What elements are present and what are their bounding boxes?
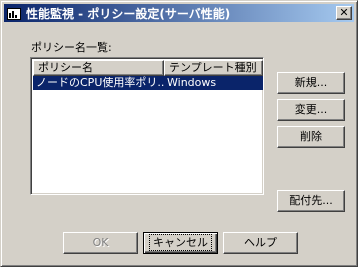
column-header-policy-name[interactable]: ポリシー名 [33,60,164,76]
cancel-button[interactable]: キャンセル [143,232,218,254]
ok-button[interactable]: OK [63,232,138,254]
template-type-cell: Windows [167,76,217,89]
cancel-button-label: キャンセル [149,234,212,251]
help-button[interactable]: ヘルプ [223,232,298,254]
policy-list-label: ポリシー名一覧: [31,41,112,54]
close-button[interactable]: ✕ [336,6,352,20]
policy-settings-dialog: 性能監視 - ポリシー設定(サーバ性能) ✕ ポリシー名一覧: ポリシー名 テン… [0,0,358,267]
performance-chart-icon [6,5,22,21]
policy-list[interactable]: ポリシー名 テンプレート種別 ノードのCPU使用率ポリ... Windows [30,57,264,195]
deploy-target-button[interactable]: 配付先... [277,190,345,212]
policy-list-header: ポリシー名 テンプレート種別 [33,60,263,76]
edit-button[interactable]: 変更... [277,99,345,121]
table-row[interactable]: ノードのCPU使用率ポリ... Windows [33,76,263,90]
title-bar[interactable]: 性能監視 - ポリシー設定(サーバ性能) ✕ [4,4,354,22]
close-icon: ✕ [339,6,349,19]
window-title: 性能監視 - ポリシー設定(サーバ性能) [26,6,231,21]
policy-name-cell: ノードのCPU使用率ポリ... [36,76,164,89]
new-button[interactable]: 新規... [277,72,345,94]
delete-button[interactable]: 削除 [277,126,345,148]
column-header-template-type[interactable]: テンプレート種別 [164,60,263,76]
